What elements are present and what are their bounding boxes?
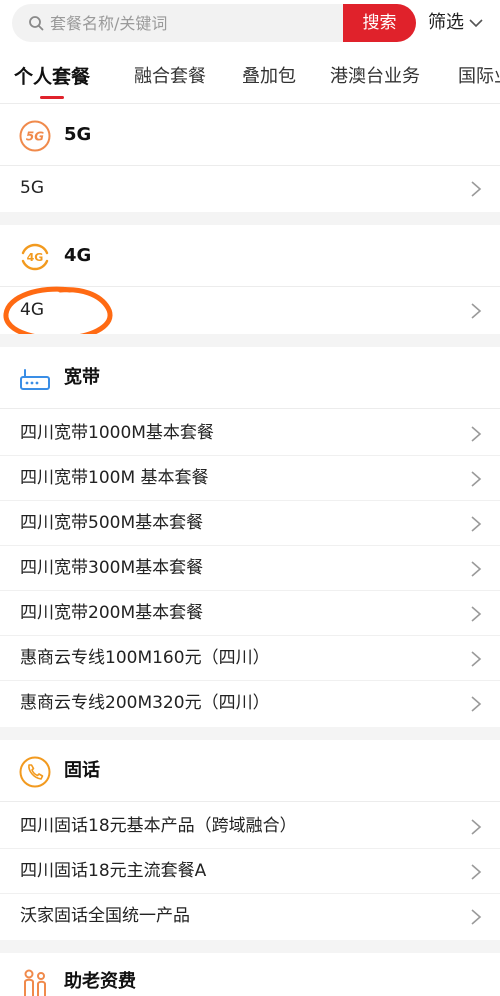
list-item-label: 四川宽带100M 基本套餐 [20, 468, 209, 488]
list-item[interactable]: 四川固话18元基本产品（跨域融合） [0, 804, 500, 849]
5g-icon: 5G [19, 120, 51, 152]
section-header-landline: 固话 [0, 740, 500, 802]
section-header-5g: 5G 5G [0, 104, 500, 166]
phone-icon [19, 756, 51, 788]
chevron-right-icon [471, 181, 482, 197]
section-title: 宽带 [64, 367, 100, 388]
list-item-label: 四川宽带1000M基本套餐 [20, 423, 214, 443]
section-title: 固话 [64, 760, 100, 781]
chevron-right-icon [471, 426, 482, 442]
list-item-label: 四川宽带500M基本套餐 [20, 513, 204, 533]
list-item-label: 沃家固话全国统一产品 [20, 906, 190, 926]
chevron-right-icon [471, 909, 482, 925]
list-item[interactable]: 惠商云专线200M320元（四川） [0, 681, 500, 726]
chevron-right-icon [471, 303, 482, 319]
list-item[interactable]: 4G [0, 288, 500, 333]
chevron-right-icon [471, 606, 482, 622]
section-divider [0, 334, 500, 347]
chevron-right-icon [471, 516, 482, 532]
list-item[interactable]: 惠商云专线100M160元（四川） [0, 636, 500, 681]
list-item-label: 四川宽带200M基本套餐 [20, 603, 204, 623]
tab-personal-plans[interactable]: 个人套餐 [14, 52, 90, 102]
svg-text:5G: 5G [26, 130, 44, 144]
list-item[interactable]: 四川宽带500M基本套餐 [0, 501, 500, 546]
chevron-right-icon [471, 819, 482, 835]
search-input[interactable] [50, 4, 340, 42]
list-item-label: 四川宽带300M基本套餐 [20, 558, 204, 578]
chevron-right-icon [471, 651, 482, 667]
list-item-label: 惠商云专线100M160元（四川） [20, 648, 270, 668]
list-item-label: 四川固话18元基本产品（跨域融合） [20, 816, 297, 836]
elderly-care-icon [24, 969, 46, 996]
search-box[interactable] [12, 4, 344, 42]
search-button[interactable]: 搜索 [343, 4, 416, 42]
active-tab-indicator [40, 96, 64, 99]
tab-international[interactable]: 国际业务 [458, 52, 500, 102]
list-item[interactable]: 沃家固话全国统一产品 [0, 894, 500, 939]
category-tab-bar: 个人套餐 融合套餐 叠加包 港澳台业务 国际业务 [0, 52, 500, 104]
list-item-label: 4G [20, 300, 44, 320]
list-item[interactable]: 四川宽带100M 基本套餐 [0, 456, 500, 501]
section-header-elderly-care: 助老资费 [0, 953, 500, 996]
list-item-label: 四川固话18元主流套餐A [20, 861, 207, 881]
4g-icon: 4G [21, 243, 49, 271]
svg-text:4G: 4G [27, 251, 44, 264]
chevron-down-icon [469, 19, 483, 28]
search-icon [29, 16, 44, 31]
section-divider [0, 212, 500, 225]
list-item-label: 5G [20, 178, 44, 198]
filter-button[interactable]: 筛选 [428, 4, 484, 42]
section-title: 5G [64, 124, 92, 145]
list-item[interactable]: 四川固话18元主流套餐A [0, 849, 500, 894]
section-header-4g: 4G 4G [0, 225, 500, 287]
section-header-broadband: 宽带 [0, 347, 500, 409]
chevron-right-icon [471, 561, 482, 577]
router-icon [20, 369, 50, 390]
tab-hk-macau-taiwan[interactable]: 港澳台业务 [330, 52, 420, 102]
list-item[interactable]: 四川宽带200M基本套餐 [0, 591, 500, 636]
list-item[interactable]: 5G [0, 166, 500, 211]
search-bar: 搜索 筛选 [0, 0, 500, 44]
section-title: 助老资费 [64, 971, 136, 992]
tab-add-on-packs[interactable]: 叠加包 [242, 52, 296, 102]
chevron-right-icon [471, 864, 482, 880]
list-item[interactable]: 四川宽带300M基本套餐 [0, 546, 500, 591]
list-item-label: 惠商云专线200M320元（四川） [20, 693, 270, 713]
list-item[interactable]: 四川宽带1000M基本套餐 [0, 411, 500, 456]
section-divider [0, 727, 500, 740]
chevron-right-icon [471, 471, 482, 487]
chevron-right-icon [471, 696, 482, 712]
section-title: 4G [64, 245, 92, 266]
tab-bundle-plans[interactable]: 融合套餐 [134, 52, 206, 102]
filter-label: 筛选 [428, 12, 464, 33]
